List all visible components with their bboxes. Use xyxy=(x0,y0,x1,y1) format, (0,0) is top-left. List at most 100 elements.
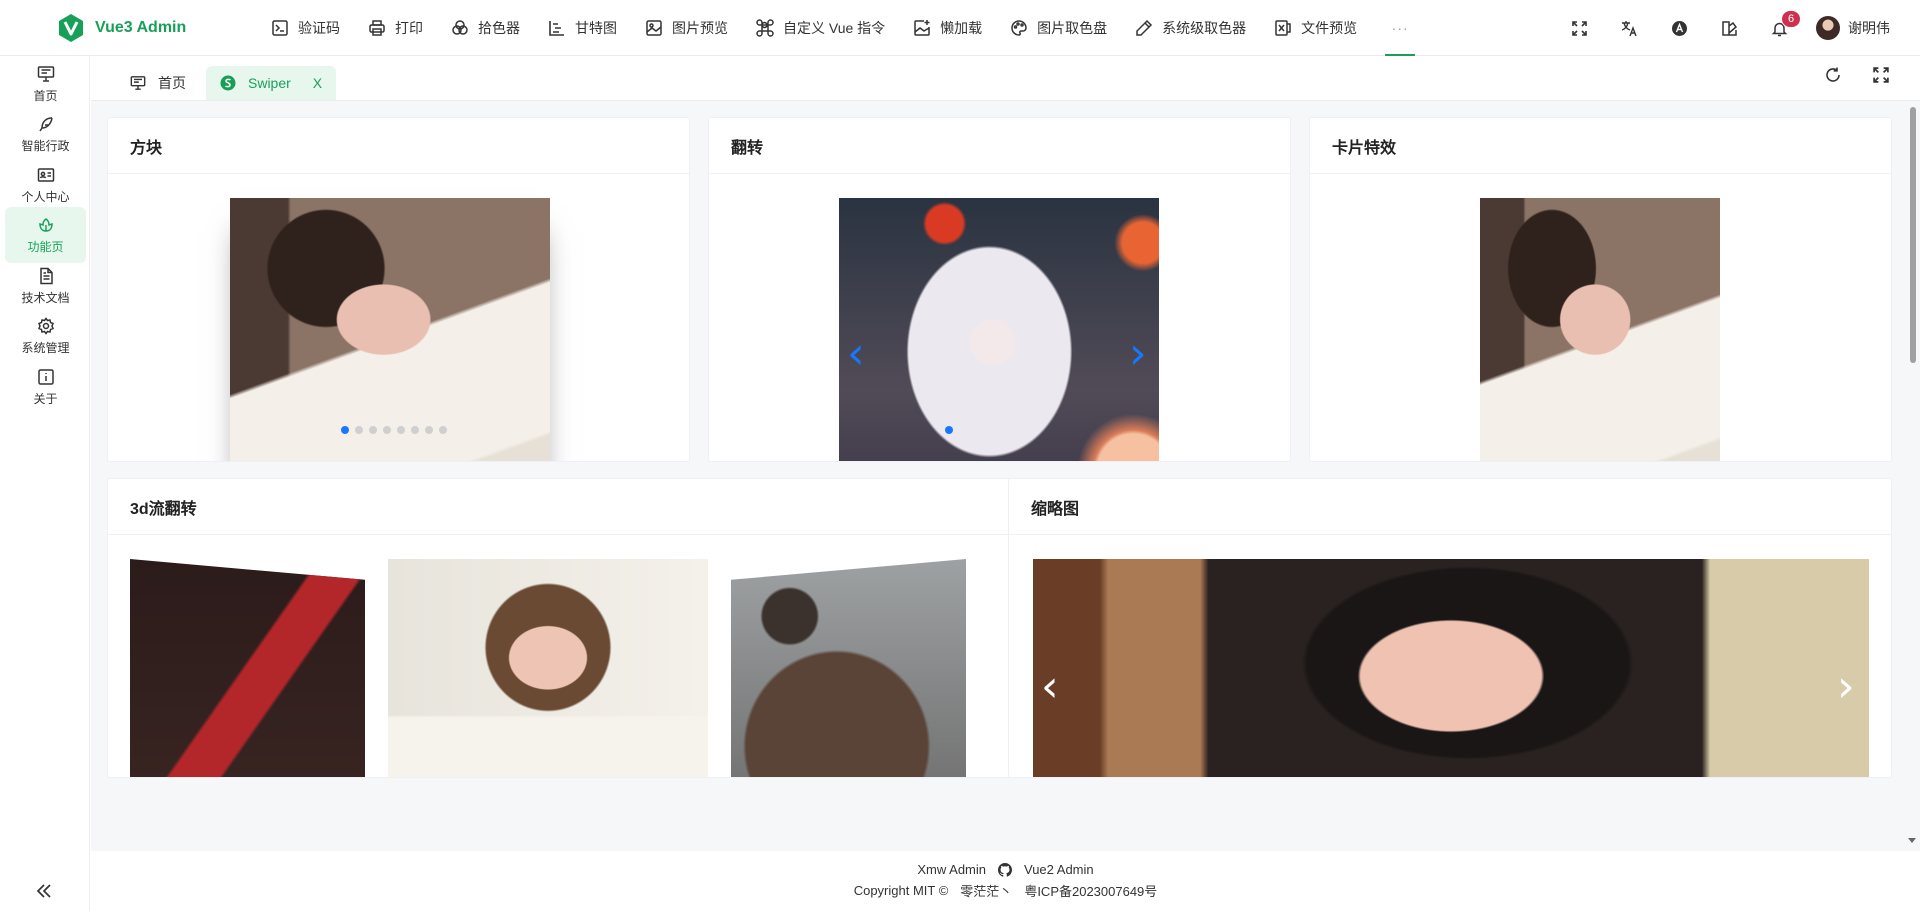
card-flip: 翻转 ‹ › xyxy=(708,117,1291,462)
main-content: 方块 翻转 ‹ › 卡片特效 3d流翻转 缩略图 ‹ › xyxy=(91,101,1920,851)
copyright-text: Copyright MIT © xyxy=(853,883,949,898)
topnav-item-label: 系统级取色器 xyxy=(1162,19,1247,36)
document-icon xyxy=(37,267,55,285)
next-slide-button[interactable]: › xyxy=(1129,332,1147,376)
sidebar-item-label: 功能页 xyxy=(27,239,64,254)
page-scrollbar[interactable] xyxy=(1910,107,1916,363)
topnav-item-captcha[interactable]: 验证码 xyxy=(257,0,354,56)
theme-icon xyxy=(1721,20,1738,37)
image-plus-icon xyxy=(913,19,931,37)
header-actions: 6 谢明伟 xyxy=(1554,0,1920,56)
feather-icon xyxy=(37,115,55,133)
sidebar-item-smart-admin[interactable]: 智能行政 xyxy=(5,106,86,162)
command-icon xyxy=(756,18,774,37)
icp-link[interactable]: 粤ICP备2023007649号 xyxy=(1024,881,1157,900)
topnav-item-label: 验证码 xyxy=(298,19,340,36)
refresh-icon[interactable] xyxy=(1824,66,1842,84)
swiper-slide-image[interactable] xyxy=(130,559,365,777)
footer-links: Xmw Admin Vue2 Admin xyxy=(917,862,1093,877)
tab-swiper[interactable]: Swiper X xyxy=(206,66,337,100)
footer: Xmw Admin Vue2 Admin Copyright MIT © 零茫茫… xyxy=(91,851,1920,911)
topnav-more-button[interactable]: ··· xyxy=(1385,0,1416,56)
font-size-button[interactable] xyxy=(1654,0,1704,56)
image-icon xyxy=(645,19,663,37)
topnav-item-color-picker[interactable]: 拾色器 xyxy=(437,0,534,56)
palette-icon xyxy=(1010,19,1028,37)
collapse-sidebar-button[interactable] xyxy=(32,879,56,903)
sidebar-item-label: 系统管理 xyxy=(21,340,70,355)
pagination-dot[interactable] xyxy=(383,426,391,434)
github-icon[interactable] xyxy=(998,862,1012,877)
theme-settings-button[interactable] xyxy=(1704,0,1754,56)
pagination-dot[interactable] xyxy=(411,426,419,434)
swiper-slide-image[interactable] xyxy=(731,559,966,777)
letter-a-icon xyxy=(1671,20,1688,37)
top-nav-menu: 验证码 打印 拾色器 甘特图 图片预览 自定义 Vue 指令 懒加载 图片取色盘… xyxy=(257,0,1416,56)
fullscreen-icon xyxy=(1571,20,1588,37)
brand[interactable]: Vue3 Admin xyxy=(0,13,240,43)
card-coverflow: 3d流翻转 xyxy=(107,478,1020,778)
topnav-item-image-color-palette[interactable]: 图片取色盘 xyxy=(996,0,1121,56)
user-menu[interactable]: 谢明伟 xyxy=(1804,0,1920,56)
swiper-slide-image[interactable] xyxy=(1480,198,1720,461)
pagination-dot[interactable] xyxy=(369,426,377,434)
topnav-item-file-preview[interactable]: 文件预览 xyxy=(1260,0,1371,56)
vue-logo-icon xyxy=(57,13,85,43)
topnav-item-image-preview[interactable]: 图片预览 xyxy=(631,0,742,56)
tab-home[interactable]: 首页 xyxy=(116,66,200,100)
topnav-item-label: 懒加载 xyxy=(940,19,983,36)
swiper-slide-image[interactable] xyxy=(230,198,550,461)
pagination-dot[interactable] xyxy=(945,426,953,434)
topnav-item-label: 图片取色盘 xyxy=(1037,19,1108,36)
fullscreen-button[interactable] xyxy=(1554,0,1604,56)
sidebar-item-label: 智能行政 xyxy=(21,138,70,153)
swiper-slide-image[interactable] xyxy=(1033,559,1869,777)
topnav-item-lazy-load[interactable]: 懒加载 xyxy=(899,0,996,56)
footer-link-xmw-admin[interactable]: Xmw Admin xyxy=(917,862,986,877)
avatar xyxy=(1816,16,1840,40)
fullscreen-icon[interactable] xyxy=(1872,66,1890,84)
sidebar-item-label: 关于 xyxy=(33,391,58,406)
notifications-button[interactable]: 6 xyxy=(1754,0,1804,56)
prev-slide-button[interactable]: ‹ xyxy=(847,332,865,376)
swiper-slide-image[interactable] xyxy=(839,198,1159,461)
sidebar-item-label: 个人中心 xyxy=(21,189,70,204)
user-name: 谢明伟 xyxy=(1848,20,1890,36)
sidebar-item-docs[interactable]: 技术文档 xyxy=(5,258,86,314)
sidebar-item-features[interactable]: 功能页 xyxy=(5,207,86,263)
id-card-icon xyxy=(37,166,55,184)
sidebar: 首页 智能行政 个人中心 功能页 技术文档 系统管理 关于 xyxy=(0,56,90,911)
sidebar-item-profile[interactable]: 个人中心 xyxy=(5,157,86,213)
notifications-badge: 6 xyxy=(1781,10,1801,28)
sidebar-item-label: 技术文档 xyxy=(21,290,70,305)
pagination-dot[interactable] xyxy=(425,426,433,434)
swiper-slide-image[interactable] xyxy=(388,559,708,777)
tab-close-button[interactable]: X xyxy=(313,75,322,91)
prev-slide-button[interactable]: ‹ xyxy=(1041,665,1059,709)
sidebar-item-home[interactable]: 首页 xyxy=(5,56,86,112)
topnav-item-custom-directive[interactable]: 自定义 Vue 指令 xyxy=(742,0,899,56)
sidebar-item-about[interactable]: 关于 xyxy=(5,359,86,415)
author-link[interactable]: 零茫茫丶 xyxy=(960,881,1012,900)
card-cube: 方块 xyxy=(107,117,690,462)
scroll-down-arrow[interactable] xyxy=(1908,838,1916,843)
pen-icon xyxy=(1135,19,1153,37)
footer-link-vue2-admin[interactable]: Vue2 Admin xyxy=(1024,862,1094,877)
next-slide-button[interactable]: › xyxy=(1837,665,1855,709)
card-cards-effect: 卡片特效 xyxy=(1309,117,1892,462)
tab-label: 首页 xyxy=(158,75,186,91)
topnav-item-system-color-picker[interactable]: 系统级取色器 xyxy=(1121,0,1260,56)
pagination-dot[interactable] xyxy=(355,426,363,434)
sidebar-item-system[interactable]: 系统管理 xyxy=(5,308,86,364)
pagination-dot[interactable] xyxy=(341,426,349,434)
topnav-item-gantt[interactable]: 甘特图 xyxy=(534,0,631,56)
tabs-bar: 首页 Swiper X xyxy=(91,56,1920,101)
translate-icon xyxy=(1621,20,1638,37)
card-title: 方块 xyxy=(108,118,689,174)
sidebar-item-label: 首页 xyxy=(33,88,58,103)
pagination-dot[interactable] xyxy=(397,426,405,434)
topnav-item-print[interactable]: 打印 xyxy=(354,0,437,56)
pagination-dot[interactable] xyxy=(439,426,447,434)
card-title: 卡片特效 xyxy=(1310,118,1891,174)
language-switch-button[interactable] xyxy=(1604,0,1654,56)
